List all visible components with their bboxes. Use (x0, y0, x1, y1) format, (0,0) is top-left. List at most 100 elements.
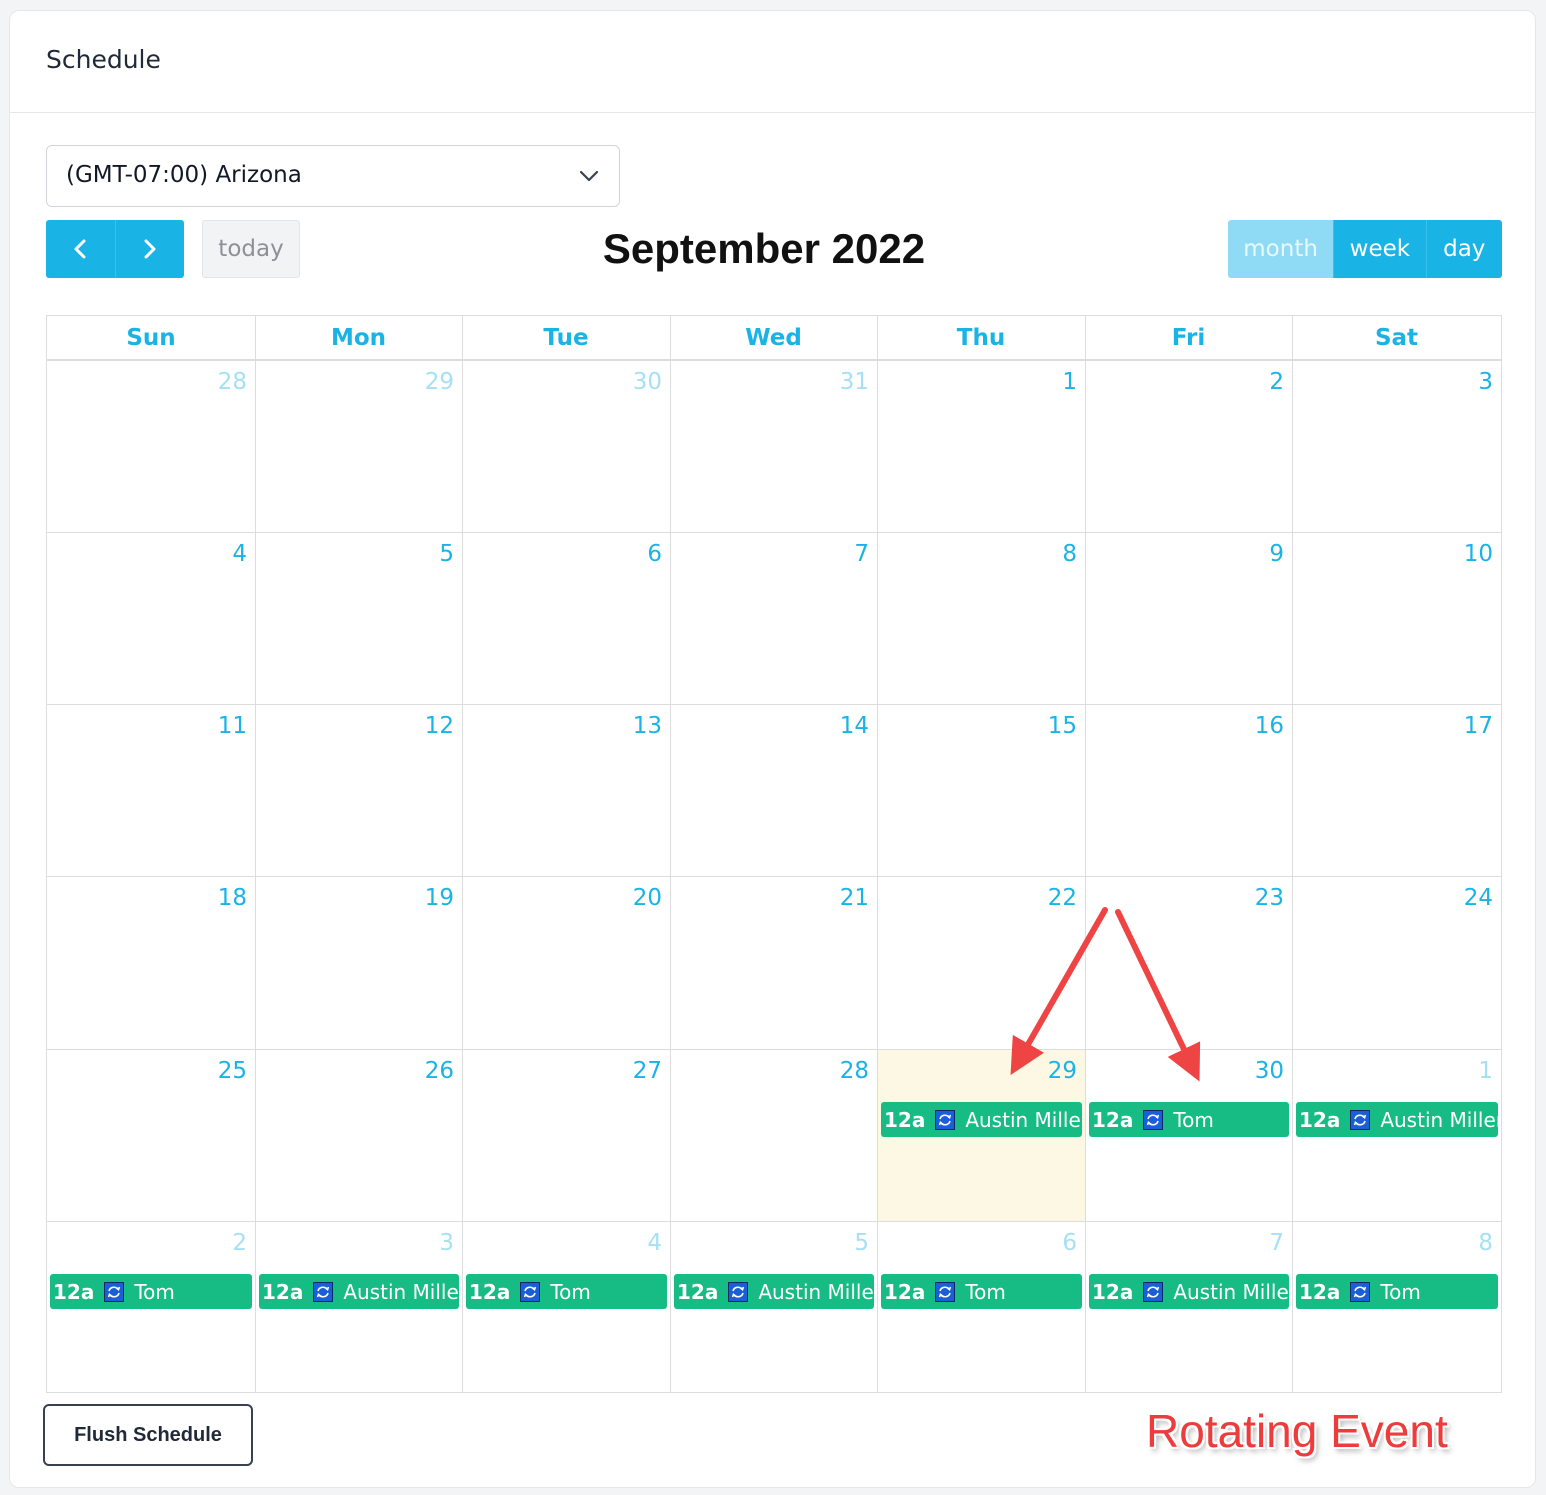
day-number[interactable]: 16 (1255, 713, 1284, 739)
day-cell[interactable]: 8 (878, 533, 1085, 705)
day-number[interactable]: 1 (1062, 369, 1077, 395)
day-cell[interactable]: 6 (463, 533, 670, 705)
day-cell[interactable]: 8 12a Tom (1293, 1222, 1501, 1394)
day-number[interactable]: 26 (425, 1058, 454, 1084)
day-number[interactable]: 28 (840, 1058, 869, 1084)
day-number[interactable]: 6 (647, 541, 662, 567)
calendar-event[interactable]: 12a Tom (1089, 1102, 1289, 1137)
day-cell[interactable]: 29 (256, 361, 462, 533)
month-view-button[interactable]: month (1228, 220, 1334, 278)
day-cell[interactable]: 27 (463, 1050, 670, 1222)
day-number[interactable]: 29 (425, 369, 454, 395)
day-cell[interactable]: 5 12a Austin Miller (671, 1222, 877, 1394)
day-cell[interactable]: 11 (47, 705, 255, 877)
day-number[interactable]: 14 (840, 713, 869, 739)
day-number[interactable]: 3 (1478, 369, 1493, 395)
day-number[interactable]: 5 (854, 1230, 869, 1256)
day-number[interactable]: 30 (633, 369, 662, 395)
day-cell[interactable]: 31 (671, 361, 877, 533)
timezone-select[interactable]: (GMT-07:00) Arizona (46, 145, 620, 207)
calendar-event[interactable]: 12a Tom (1296, 1274, 1498, 1309)
day-cell[interactable]: 7 12a Austin Miller (1086, 1222, 1292, 1394)
day-cell[interactable]: 21 (671, 877, 877, 1049)
day-number[interactable]: 5 (439, 541, 454, 567)
day-number[interactable]: 31 (840, 369, 869, 395)
week-view-button[interactable]: week (1333, 220, 1426, 278)
day-cell[interactable]: 23 (1086, 877, 1292, 1049)
day-number[interactable]: 23 (1255, 885, 1284, 911)
day-cell[interactable]: 12 (256, 705, 462, 877)
day-cell[interactable]: 25 (47, 1050, 255, 1222)
day-number[interactable]: 8 (1062, 541, 1077, 567)
day-cell[interactable]: 2 (1086, 361, 1292, 533)
day-number[interactable]: 2 (1269, 369, 1284, 395)
day-cell[interactable]: 26 (256, 1050, 462, 1222)
day-number[interactable]: 15 (1048, 713, 1077, 739)
day-number[interactable]: 28 (218, 369, 247, 395)
day-cell[interactable]: 7 (671, 533, 877, 705)
day-cell[interactable]: 4 12a Tom (463, 1222, 670, 1394)
day-number[interactable]: 13 (633, 713, 662, 739)
day-number[interactable]: 12 (425, 713, 454, 739)
day-number[interactable]: 1 (1478, 1058, 1493, 1084)
day-cell[interactable]: 16 (1086, 705, 1292, 877)
day-cell[interactable]: 17 (1293, 705, 1501, 877)
day-cell[interactable]: 5 (256, 533, 462, 705)
day-cell[interactable]: 6 12a Tom (878, 1222, 1085, 1394)
flush-schedule-button[interactable]: Flush Schedule (43, 1404, 253, 1466)
calendar-event[interactable]: 12a Tom (50, 1274, 252, 1309)
day-view-button[interactable]: day (1425, 220, 1502, 278)
calendar-event[interactable]: 12a Austin Miller (881, 1102, 1082, 1137)
day-number[interactable]: 19 (425, 885, 454, 911)
day-number[interactable]: 2 (232, 1230, 247, 1256)
day-cell[interactable]: 29 12a Austin Miller (878, 1050, 1085, 1222)
next-button[interactable] (114, 220, 185, 278)
day-number[interactable]: 24 (1464, 885, 1493, 911)
day-cell[interactable]: 4 (47, 533, 255, 705)
today-button[interactable]: today (202, 220, 300, 278)
day-cell[interactable]: 19 (256, 877, 462, 1049)
day-number[interactable]: 10 (1464, 541, 1493, 567)
day-number[interactable]: 3 (439, 1230, 454, 1256)
day-number[interactable]: 30 (1255, 1058, 1284, 1084)
day-number[interactable]: 4 (647, 1230, 662, 1256)
day-cell[interactable]: 3 12a Austin Miller (256, 1222, 462, 1394)
day-number[interactable]: 17 (1464, 713, 1493, 739)
day-number[interactable]: 7 (854, 541, 869, 567)
calendar-event[interactable]: 12a Austin Miller (1089, 1274, 1289, 1309)
day-cell[interactable]: 9 (1086, 533, 1292, 705)
day-number[interactable]: 11 (218, 713, 247, 739)
day-number[interactable]: 18 (218, 885, 247, 911)
day-cell[interactable]: 2 12a Tom (47, 1222, 255, 1394)
day-cell[interactable]: 1 (878, 361, 1085, 533)
day-cell[interactable]: 30 (463, 361, 670, 533)
day-number[interactable]: 22 (1048, 885, 1077, 911)
calendar-event[interactable]: 12a Austin Miller (259, 1274, 459, 1309)
prev-button[interactable] (46, 220, 115, 278)
calendar-event[interactable]: 12a Tom (466, 1274, 667, 1309)
day-cell[interactable]: 24 (1293, 877, 1501, 1049)
day-number[interactable]: 21 (840, 885, 869, 911)
day-number[interactable]: 29 (1048, 1058, 1077, 1084)
day-number[interactable]: 25 (218, 1058, 247, 1084)
day-cell[interactable]: 15 (878, 705, 1085, 877)
day-cell[interactable]: 20 (463, 877, 670, 1049)
day-cell[interactable]: 10 (1293, 533, 1501, 705)
day-number[interactable]: 8 (1478, 1230, 1493, 1256)
day-cell[interactable]: 14 (671, 705, 877, 877)
day-cell[interactable]: 13 (463, 705, 670, 877)
day-cell[interactable]: 30 12a Tom (1086, 1050, 1292, 1222)
day-cell[interactable]: 22 (878, 877, 1085, 1049)
day-number[interactable]: 9 (1269, 541, 1284, 567)
calendar-event[interactable]: 12a Austin Miller (1296, 1102, 1498, 1137)
calendar-event[interactable]: 12a Austin Miller (674, 1274, 874, 1309)
day-cell[interactable]: 28 (47, 361, 255, 533)
day-number[interactable]: 7 (1269, 1230, 1284, 1256)
day-number[interactable]: 27 (633, 1058, 662, 1084)
day-number[interactable]: 4 (232, 541, 247, 567)
day-number[interactable]: 6 (1062, 1230, 1077, 1256)
day-cell[interactable]: 28 (671, 1050, 877, 1222)
calendar-event[interactable]: 12a Tom (881, 1274, 1082, 1309)
day-cell[interactable]: 1 12a Austin Miller (1293, 1050, 1501, 1222)
day-cell[interactable]: 3 (1293, 361, 1501, 533)
